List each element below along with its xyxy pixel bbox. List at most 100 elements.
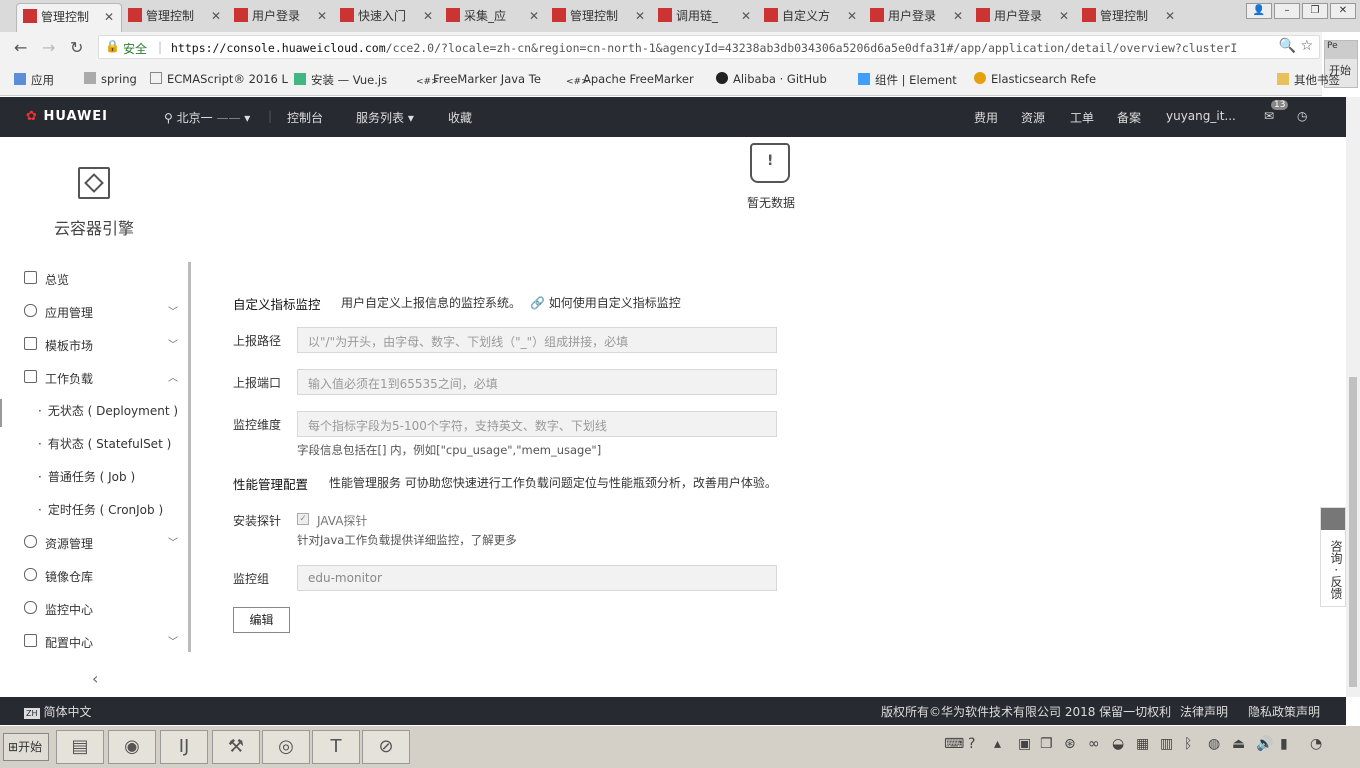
bookmark-item[interactable]: 安装 — Vue.js: [294, 72, 387, 88]
sidebar-item-monitoring[interactable]: 监控中心: [0, 597, 188, 621]
tray-app-icon[interactable]: ❐: [1040, 736, 1053, 752]
zoom-icon[interactable]: 🔍: [1279, 38, 1296, 54]
favorites-link[interactable]: 收藏: [448, 109, 472, 126]
minimize-icon[interactable]: –: [1274, 3, 1300, 19]
close-tab-icon[interactable]: ✕: [1165, 3, 1175, 29]
dimension-input[interactable]: 每个指标字段为5-100个字符，支持英文、数字、下划线: [297, 411, 777, 437]
privacy-link[interactable]: 隐私政策声明: [1248, 703, 1320, 720]
bookmark-item[interactable]: Elasticsearch Refe: [974, 72, 1096, 86]
clock-icon[interactable]: ◷: [1297, 109, 1307, 123]
tool-icon[interactable]: ⚒: [212, 730, 260, 764]
browser-tab[interactable]: 采集_应 ✕: [440, 3, 546, 32]
browser-tab[interactable]: 管理控制 ✕: [16, 3, 122, 32]
text-editor-icon[interactable]: T: [312, 730, 360, 764]
tray-app-icon[interactable]: ▥: [1160, 736, 1173, 752]
browser-tab[interactable]: 用户登录 ✕: [970, 3, 1076, 32]
tickets-link[interactable]: 工单: [1070, 109, 1094, 126]
close-tab-icon[interactable]: ✕: [211, 3, 221, 29]
filing-link[interactable]: 备案: [1117, 109, 1141, 126]
file-manager-icon[interactable]: ▤: [56, 730, 104, 764]
browser-tab[interactable]: 管理控制 ✕: [546, 3, 652, 32]
message-icon[interactable]: ✉: [1264, 109, 1274, 123]
close-tab-icon[interactable]: ✕: [423, 3, 433, 29]
sidebar-item-workloads[interactable]: 工作负载 ︿: [0, 366, 188, 390]
shell-icon[interactable]: ◎: [262, 730, 310, 764]
close-tab-icon[interactable]: ✕: [741, 3, 751, 29]
close-tab-icon[interactable]: ✕: [104, 4, 114, 30]
bluetooth-icon[interactable]: ᛒ: [1184, 736, 1192, 752]
custom-metrics-help-link[interactable]: 🔗 如何使用自定义指标监控: [530, 294, 681, 311]
scrollbar-thumb[interactable]: [1349, 377, 1357, 687]
back-icon[interactable]: ←: [14, 38, 27, 57]
tray-app-icon[interactable]: ▦: [1136, 736, 1149, 752]
bookmark-item[interactable]: <#>FreeMarker Java Te: [416, 72, 541, 89]
bookmark-item[interactable]: ECMAScript® 2016 L: [150, 72, 288, 86]
restore-icon[interactable]: ❐: [1302, 3, 1328, 19]
close-tab-icon[interactable]: ✕: [635, 3, 645, 29]
clock-tray-icon[interactable]: ◔: [1310, 736, 1322, 752]
browser-tab[interactable]: 管理控制 ✕: [1076, 3, 1182, 32]
tray-app-icon[interactable]: ◒: [1112, 736, 1124, 752]
edit-button[interactable]: 编辑: [233, 607, 290, 633]
bookmark-item[interactable]: Alibaba · GitHub: [716, 72, 827, 86]
help-icon[interactable]: ?: [968, 736, 975, 752]
browser-tab[interactable]: 自定义方 ✕: [758, 3, 864, 32]
console-link[interactable]: 控制台: [287, 109, 323, 126]
legal-link[interactable]: 法律声明: [1180, 703, 1228, 720]
tray-app-icon[interactable]: ◍: [1208, 736, 1220, 752]
browser-tab[interactable]: 快速入门 ✕: [334, 3, 440, 32]
sidebar-subitem-job[interactable]: 普通任务 ( Job ): [38, 468, 135, 485]
close-window-icon[interactable]: ✕: [1330, 3, 1356, 19]
sidebar-item-config[interactable]: 配置中心 ﹀: [0, 630, 188, 654]
forward-icon[interactable]: →: [42, 38, 55, 57]
sidebar-subitem-deployment[interactable]: 无状态 ( Deployment ): [38, 402, 178, 419]
chrome-icon[interactable]: ◉: [108, 730, 156, 764]
volume-icon[interactable]: 🔊: [1256, 736, 1273, 752]
java-probe-checkbox[interactable]: ✓: [297, 513, 309, 525]
sidebar-item-image-repo[interactable]: 镜像仓库: [0, 564, 188, 588]
huawei-logo[interactable]: ✿ HUAWEI: [26, 109, 108, 124]
sidebar-item-template-market[interactable]: 模板市场 ﹀: [0, 333, 188, 357]
intellij-icon[interactable]: IJ: [160, 730, 208, 764]
user-menu[interactable]: yuyang_it...: [1166, 109, 1236, 123]
probe-hint[interactable]: 针对Java工作负载提供详细监控，了解更多: [297, 532, 517, 548]
bookmark-apps[interactable]: 应用: [14, 72, 54, 88]
url-input[interactable]: 🔒 安全 | https://console.huaweicloud.com/c…: [98, 35, 1320, 59]
feedback-button[interactable]: 咨询 · 反馈: [1320, 507, 1346, 607]
sidebar-item-app-management[interactable]: 应用管理 ﹀: [0, 300, 188, 324]
monitor-group-input[interactable]: edu-monitor: [297, 565, 777, 591]
sidebar-item-resources[interactable]: 资源管理 ﹀: [0, 531, 188, 555]
bookmark-item[interactable]: <#>Apache FreeMarker: [566, 72, 694, 89]
bookmark-others[interactable]: 其他书签: [1277, 72, 1340, 88]
start-button[interactable]: ⊞开始: [3, 733, 49, 761]
sidebar-subitem-statefulset[interactable]: 有状态 ( StatefulSet ): [38, 435, 171, 452]
keyboard-icon[interactable]: ⌨: [944, 736, 964, 752]
service-list-menu[interactable]: 服务列表 ▾: [356, 109, 414, 126]
sidebar-subitem-cronjob[interactable]: 定时任务 ( CronJob ): [38, 501, 163, 518]
browser-tab[interactable]: 调用链_ ✕: [652, 3, 758, 32]
close-tab-icon[interactable]: ✕: [953, 3, 963, 29]
report-port-input[interactable]: 输入值必须在1到65535之间，必填: [297, 369, 777, 395]
tray-expand-icon[interactable]: ▴: [994, 736, 1001, 752]
browser-tab[interactable]: 用户登录 ✕: [864, 3, 970, 32]
close-tab-icon[interactable]: ✕: [529, 3, 539, 29]
report-path-input[interactable]: 以"/"为开头，由字母、数字、下划线（"_"）组成拼接，必填: [297, 327, 777, 353]
close-tab-icon[interactable]: ✕: [847, 3, 857, 29]
tray-app-icon[interactable]: ⊛: [1064, 736, 1076, 752]
close-tab-icon[interactable]: ✕: [317, 3, 327, 29]
sidebar-item-overview[interactable]: 总览: [0, 267, 188, 291]
billing-link[interactable]: 费用: [974, 109, 998, 126]
network-icon[interactable]: ▮: [1280, 736, 1288, 752]
close-tab-icon[interactable]: ✕: [1059, 3, 1069, 29]
bookmark-star-icon[interactable]: ☆: [1300, 38, 1313, 54]
sidebar-scrollbar[interactable]: [188, 262, 191, 652]
bookmark-item[interactable]: spring: [84, 72, 137, 86]
user-icon[interactable]: 👤: [1246, 3, 1272, 19]
resources-link[interactable]: 资源: [1021, 109, 1045, 126]
page-scrollbar[interactable]: [1346, 97, 1360, 697]
browser-tab[interactable]: 管理控制 ✕: [122, 3, 228, 32]
collapse-sidebar-icon[interactable]: ‹: [92, 669, 98, 688]
browser-tab[interactable]: 用户登录 ✕: [228, 3, 334, 32]
bookmark-item[interactable]: 组件 | Element: [858, 72, 957, 88]
capture-icon[interactable]: ⊘: [362, 730, 410, 764]
